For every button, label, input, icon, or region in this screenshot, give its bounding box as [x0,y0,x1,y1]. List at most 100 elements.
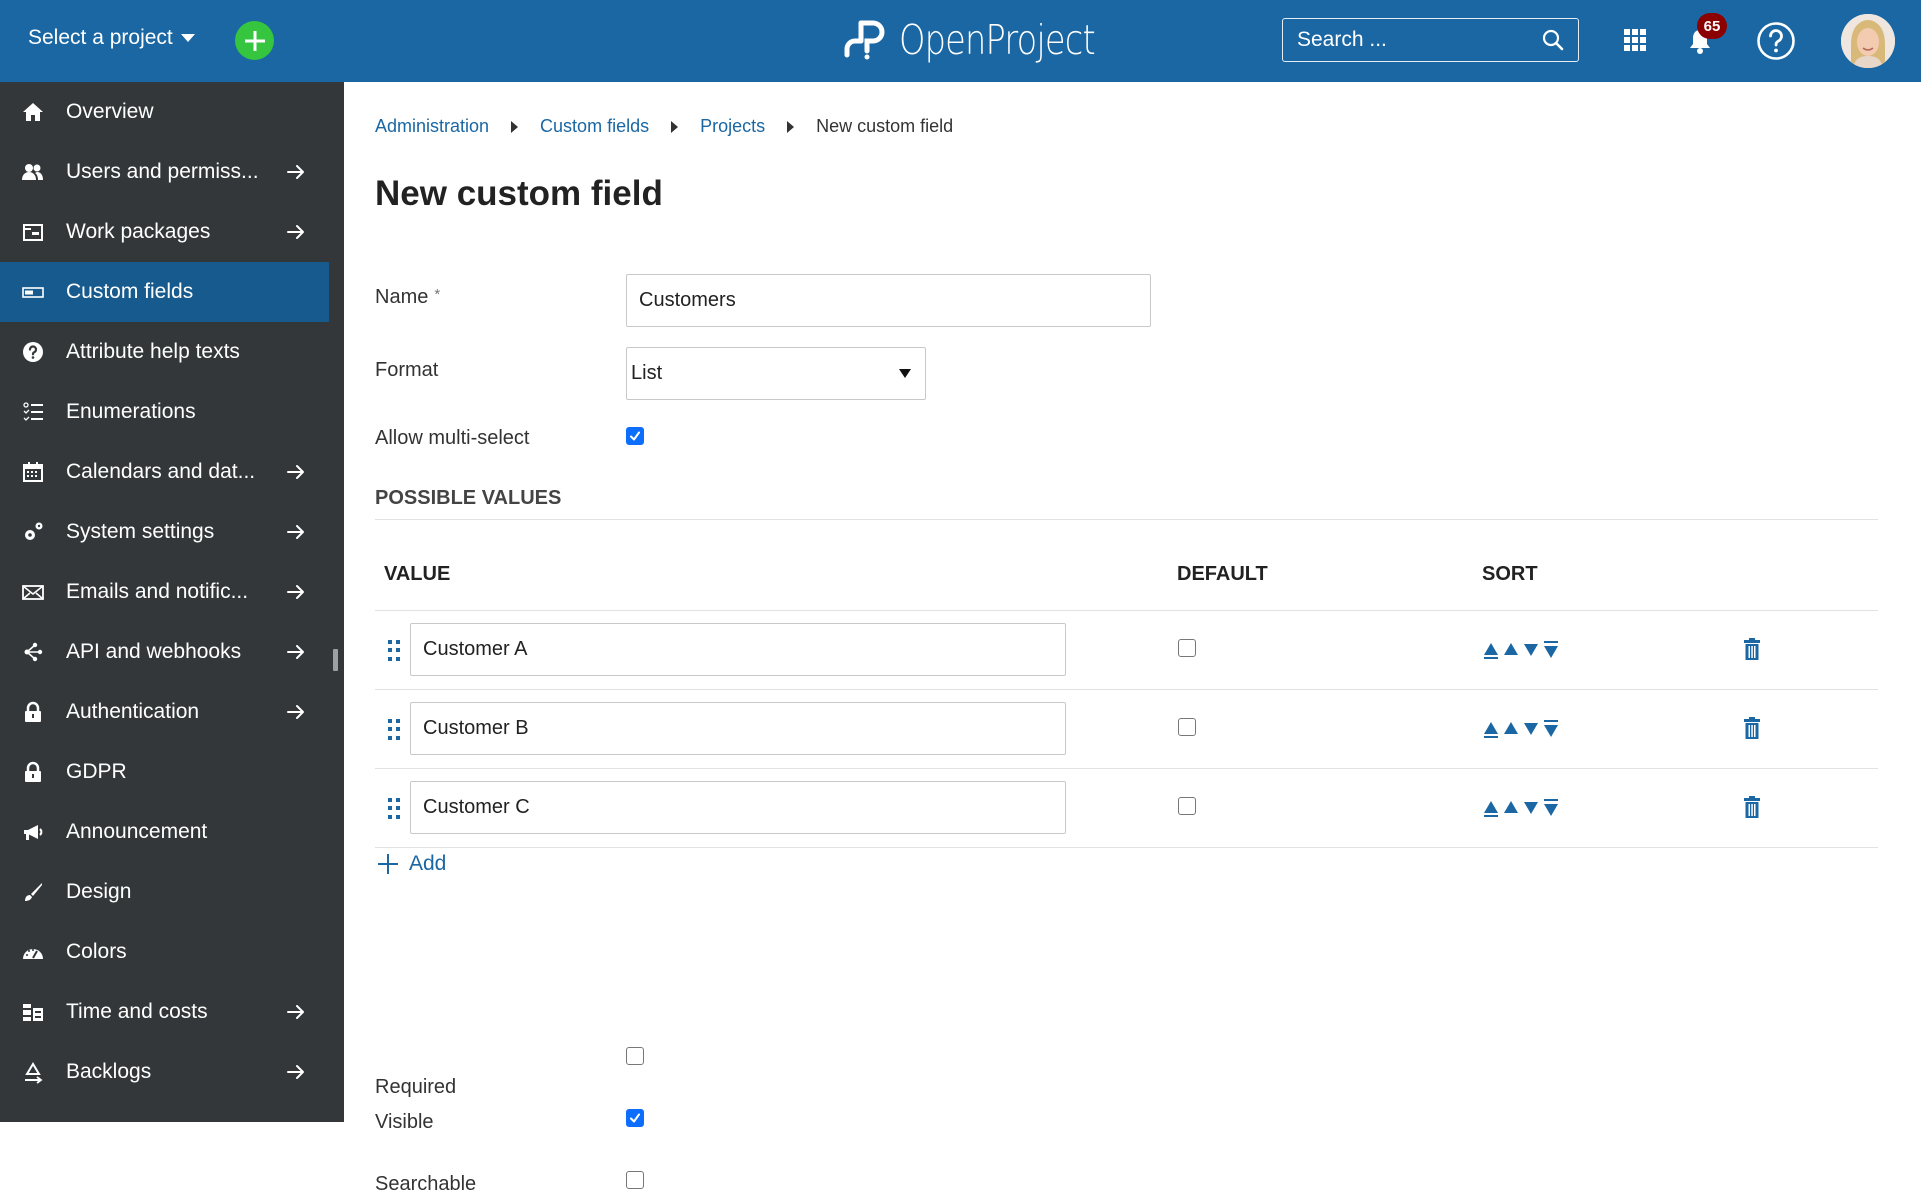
multi-select-checkbox[interactable] [626,427,644,445]
user-avatar[interactable] [1841,14,1895,68]
expand-submenu-button[interactable] [285,584,307,600]
visible-checkbox[interactable] [626,1109,644,1127]
sidebar-resize-handle[interactable] [333,649,338,671]
sidebar-item-colors[interactable]: Colors [0,922,329,982]
default-value-checkbox[interactable] [1178,718,1196,736]
sidebar-item-users-and-permiss[interactable]: Users and permiss... [0,142,329,202]
create-new-button[interactable] [235,21,274,60]
sidebar-item-label: Work packages [66,220,285,244]
move-down-icon [1524,802,1538,814]
expand-submenu-button[interactable] [285,464,307,480]
possible-value-input[interactable]: Customer C [410,781,1066,834]
plus-icon [244,30,266,52]
format-select-value: List [631,362,662,385]
lock-icon [20,699,46,725]
delete-icon[interactable] [1744,796,1760,823]
sidebar-item-time-and-costs[interactable]: Time and costs [0,982,329,1042]
breadcrumb-administration[interactable]: Administration [375,116,489,137]
arrow-right-icon [287,464,305,480]
move-to-top-icon [1484,801,1498,817]
megaphone-icon [20,819,46,845]
arrow-right-icon [287,1064,305,1080]
modules-grid-button[interactable] [1622,27,1648,53]
sidebar-item-label: Custom fields [66,280,329,304]
column-header-value: VALUE [384,563,450,586]
home-icon [20,99,46,125]
sidebar-item-system-settings[interactable]: System settings [0,502,329,562]
move-to-top-icon [1484,643,1498,659]
openproject-logo[interactable]: OpenProject [841,14,1138,66]
search-icon[interactable] [1542,29,1564,51]
add-value-button[interactable]: Add [377,852,446,876]
default-value-checkbox[interactable] [1178,797,1196,815]
sidebar-item-api-and-webhooks[interactable]: API and webhooks [0,622,329,682]
delete-icon[interactable] [1744,717,1760,744]
expand-submenu-button[interactable] [285,524,307,540]
sidebar-item-label: Overview [66,100,329,124]
expand-submenu-button[interactable] [285,1004,307,1020]
sort-controls[interactable] [1484,799,1562,817]
breadcrumb-separator-icon [511,121,518,133]
work-packages-icon [20,219,46,245]
format-select[interactable]: List [626,347,926,400]
gauge-icon [20,939,46,965]
divider [375,847,1878,848]
sidebar-item-label: Attribute help texts [66,340,329,364]
sidebar-item-attribute-help-texts[interactable]: Attribute help texts [0,322,329,382]
default-value-checkbox[interactable] [1178,639,1196,657]
expand-submenu-button[interactable] [285,164,307,180]
multi-select-label: Allow multi-select [375,427,529,450]
sidebar-item-announcement[interactable]: Announcement [0,802,329,862]
api-icon [20,639,46,665]
expand-submenu-button[interactable] [285,704,307,720]
expand-submenu-button[interactable] [285,644,307,660]
sidebar-item-custom-fields[interactable]: Custom fields [0,262,329,322]
searchable-label: Searchable [375,1173,476,1196]
help-icon [20,339,46,365]
move-up-icon [1504,643,1518,655]
drag-handle-icon[interactable] [388,719,400,741]
required-checkbox[interactable] [626,1047,644,1065]
sidebar-item-overview[interactable]: Overview [0,82,329,142]
format-label: Format [375,359,438,382]
sidebar-item-label: Time and costs [66,1000,285,1024]
project-select-dropdown[interactable]: Select a project [28,26,195,50]
drag-handle-icon[interactable] [388,798,400,820]
delete-icon[interactable] [1744,638,1760,665]
expand-submenu-button[interactable] [285,1064,307,1080]
move-to-top-icon [1484,722,1498,738]
sort-controls[interactable] [1484,720,1562,738]
breadcrumb-projects[interactable]: Projects [700,116,765,137]
drag-handle-icon[interactable] [388,640,400,662]
sidebar-item-enumerations[interactable]: Enumerations [0,382,329,442]
top-header: Select a project OpenProject Search ... … [0,0,1921,82]
project-select-label: Select a project [28,26,173,50]
arrow-right-icon [287,1004,305,1020]
sidebar-item-emails-and-notific[interactable]: Emails and notific... [0,562,329,622]
sort-controls[interactable] [1484,641,1562,659]
required-label: Required [375,1076,456,1099]
brush-icon [20,879,46,905]
sidebar-item-calendars-and-dat[interactable]: Calendars and dat... [0,442,329,502]
sidebar-item-label: Users and permiss... [66,160,285,184]
sidebar-item-backlogs[interactable]: Backlogs [0,1042,329,1102]
move-up-icon [1504,722,1518,734]
global-search-input[interactable]: Search ... [1282,18,1579,62]
sidebar-item-gdpr[interactable]: GDPR [0,742,329,802]
expand-submenu-button[interactable] [285,224,307,240]
time-costs-icon [20,999,46,1025]
possible-value-input[interactable]: Customer A [410,623,1066,676]
arrow-right-icon [287,704,305,720]
sidebar-item-label: Backlogs [66,1060,285,1084]
sidebar-item-design[interactable]: Design [0,862,329,922]
checkmark-icon [629,1112,641,1124]
sidebar-item-label: API and webhooks [66,640,285,664]
searchable-checkbox[interactable] [626,1171,644,1189]
sidebar-item-work-packages[interactable]: Work packages [0,202,329,262]
admin-sidebar: Overview Users and permiss... Work package… [0,82,344,1122]
help-button[interactable] [1755,20,1797,62]
sidebar-item-authentication[interactable]: Authentication [0,682,329,742]
name-input[interactable]: Customers [626,274,1151,327]
breadcrumb-custom-fields[interactable]: Custom fields [540,116,649,137]
possible-value-input[interactable]: Customer B [410,702,1066,755]
